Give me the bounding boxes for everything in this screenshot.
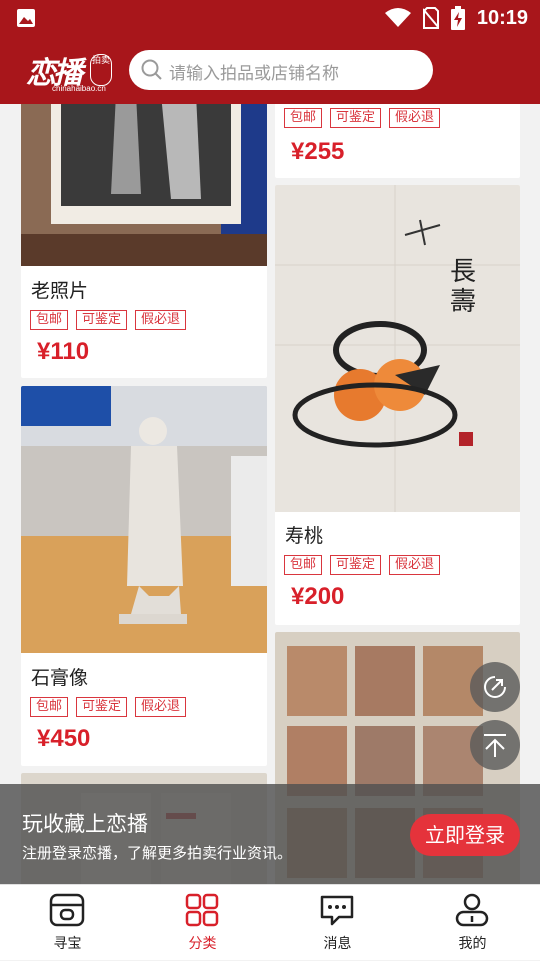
tag-free-shipping: 包邮 xyxy=(30,697,69,717)
tag-refund-if-fake: 假必退 xyxy=(135,697,187,717)
product-feed[interactable]: 包邮 可鉴定 假必退 ¥255 老照片 包邮 可鉴定 假必退 ¥110 長 壽 … xyxy=(0,104,540,884)
wifi-icon xyxy=(384,8,411,27)
tag-free-shipping: 包邮 xyxy=(284,555,323,575)
tag-free-shipping: 包邮 xyxy=(30,310,69,330)
logo-domain: chinahaibao.cn xyxy=(52,84,106,93)
product-price: ¥255 xyxy=(291,138,345,165)
tab-label: 我的 xyxy=(458,936,487,952)
image-notification-icon xyxy=(17,9,35,27)
tab-label: 消息 xyxy=(323,936,352,952)
tag-authenticable: 可鉴定 xyxy=(330,555,382,575)
product-card[interactable]: 石膏像 包邮 可鉴定 假必退 ¥450 xyxy=(21,386,267,766)
logo-seal: 拍卖 xyxy=(90,54,112,86)
message-icon xyxy=(320,895,354,926)
promo-title: 玩收藏上恋播 xyxy=(22,812,148,836)
tab-profile[interactable]: 我的 xyxy=(405,885,540,961)
tag-authenticable: 可鉴定 xyxy=(76,697,128,717)
tag-list: 包邮 可鉴定 假必退 xyxy=(30,310,187,330)
tag-refund-if-fake: 假必退 xyxy=(135,310,187,330)
status-bar: 10:19 xyxy=(0,0,540,36)
login-button[interactable]: 立即登录 xyxy=(410,814,520,856)
tag-authenticable: 可鉴定 xyxy=(330,108,382,128)
tag-list: 包邮 可鉴定 假必退 xyxy=(284,108,441,128)
product-photo xyxy=(21,104,267,266)
tag-free-shipping: 包邮 xyxy=(284,108,323,128)
promo-subtitle: 注册登录恋播，了解更多拍卖行业资讯。 xyxy=(22,844,293,862)
tab-messages[interactable]: 消息 xyxy=(270,885,405,961)
product-title: 寿桃 xyxy=(285,525,324,547)
tab-label: 分类 xyxy=(188,936,217,952)
battery-charging-icon xyxy=(450,6,465,30)
product-card[interactable]: 長 壽 寿桃 包邮 可鉴定 假必退 ¥200 xyxy=(275,185,520,625)
search-placeholder: 请输入拍品或店铺名称 xyxy=(169,64,339,84)
app-header: 恋播 拍卖 chinahaibao.cn 请输入拍品或店铺名称 xyxy=(0,36,540,104)
no-sim-icon xyxy=(422,7,439,29)
product-photo xyxy=(21,386,267,653)
profile-icon xyxy=(455,893,489,927)
tag-list: 包邮 可鉴定 假必退 xyxy=(284,555,441,575)
tag-refund-if-fake: 假必退 xyxy=(389,108,441,128)
product-card[interactable]: 老照片 包邮 可鉴定 假必退 ¥110 xyxy=(21,104,267,378)
treasure-icon xyxy=(49,893,85,927)
tab-category[interactable]: 分类 xyxy=(135,885,270,961)
product-price: ¥110 xyxy=(37,338,90,365)
product-title: 老照片 xyxy=(31,280,89,302)
tag-authenticable: 可鉴定 xyxy=(76,310,128,330)
tag-refund-if-fake: 假必退 xyxy=(389,555,441,575)
back-to-top-button[interactable] xyxy=(470,720,520,770)
search-input[interactable]: 请输入拍品或店铺名称 xyxy=(129,50,433,90)
search-icon xyxy=(141,59,162,80)
product-title: 石膏像 xyxy=(31,667,89,689)
share-button[interactable] xyxy=(470,662,520,712)
svg-text:長: 長 xyxy=(450,257,476,287)
tab-treasure[interactable]: 寻宝 xyxy=(0,885,135,961)
tag-list: 包邮 可鉴定 假必退 xyxy=(30,697,187,717)
tab-label: 寻宝 xyxy=(53,936,82,952)
login-promo-banner: 玩收藏上恋播 注册登录恋播，了解更多拍卖行业资讯。 立即登录 xyxy=(0,784,540,884)
bottom-tab-bar: 寻宝 分类 消息 我的 xyxy=(0,884,540,960)
clock: 10:19 xyxy=(476,6,528,29)
product-photo: 長 壽 xyxy=(275,185,520,512)
share-icon xyxy=(484,676,506,698)
svg-text:壽: 壽 xyxy=(450,287,476,317)
product-price: ¥200 xyxy=(291,583,345,610)
app-logo[interactable]: 恋播 拍卖 chinahaibao.cn xyxy=(22,44,114,96)
product-card[interactable]: 包邮 可鉴定 假必退 ¥255 xyxy=(275,104,520,178)
category-grid-icon xyxy=(185,893,219,927)
product-price: ¥450 xyxy=(37,725,91,752)
arrow-up-icon xyxy=(484,734,506,757)
